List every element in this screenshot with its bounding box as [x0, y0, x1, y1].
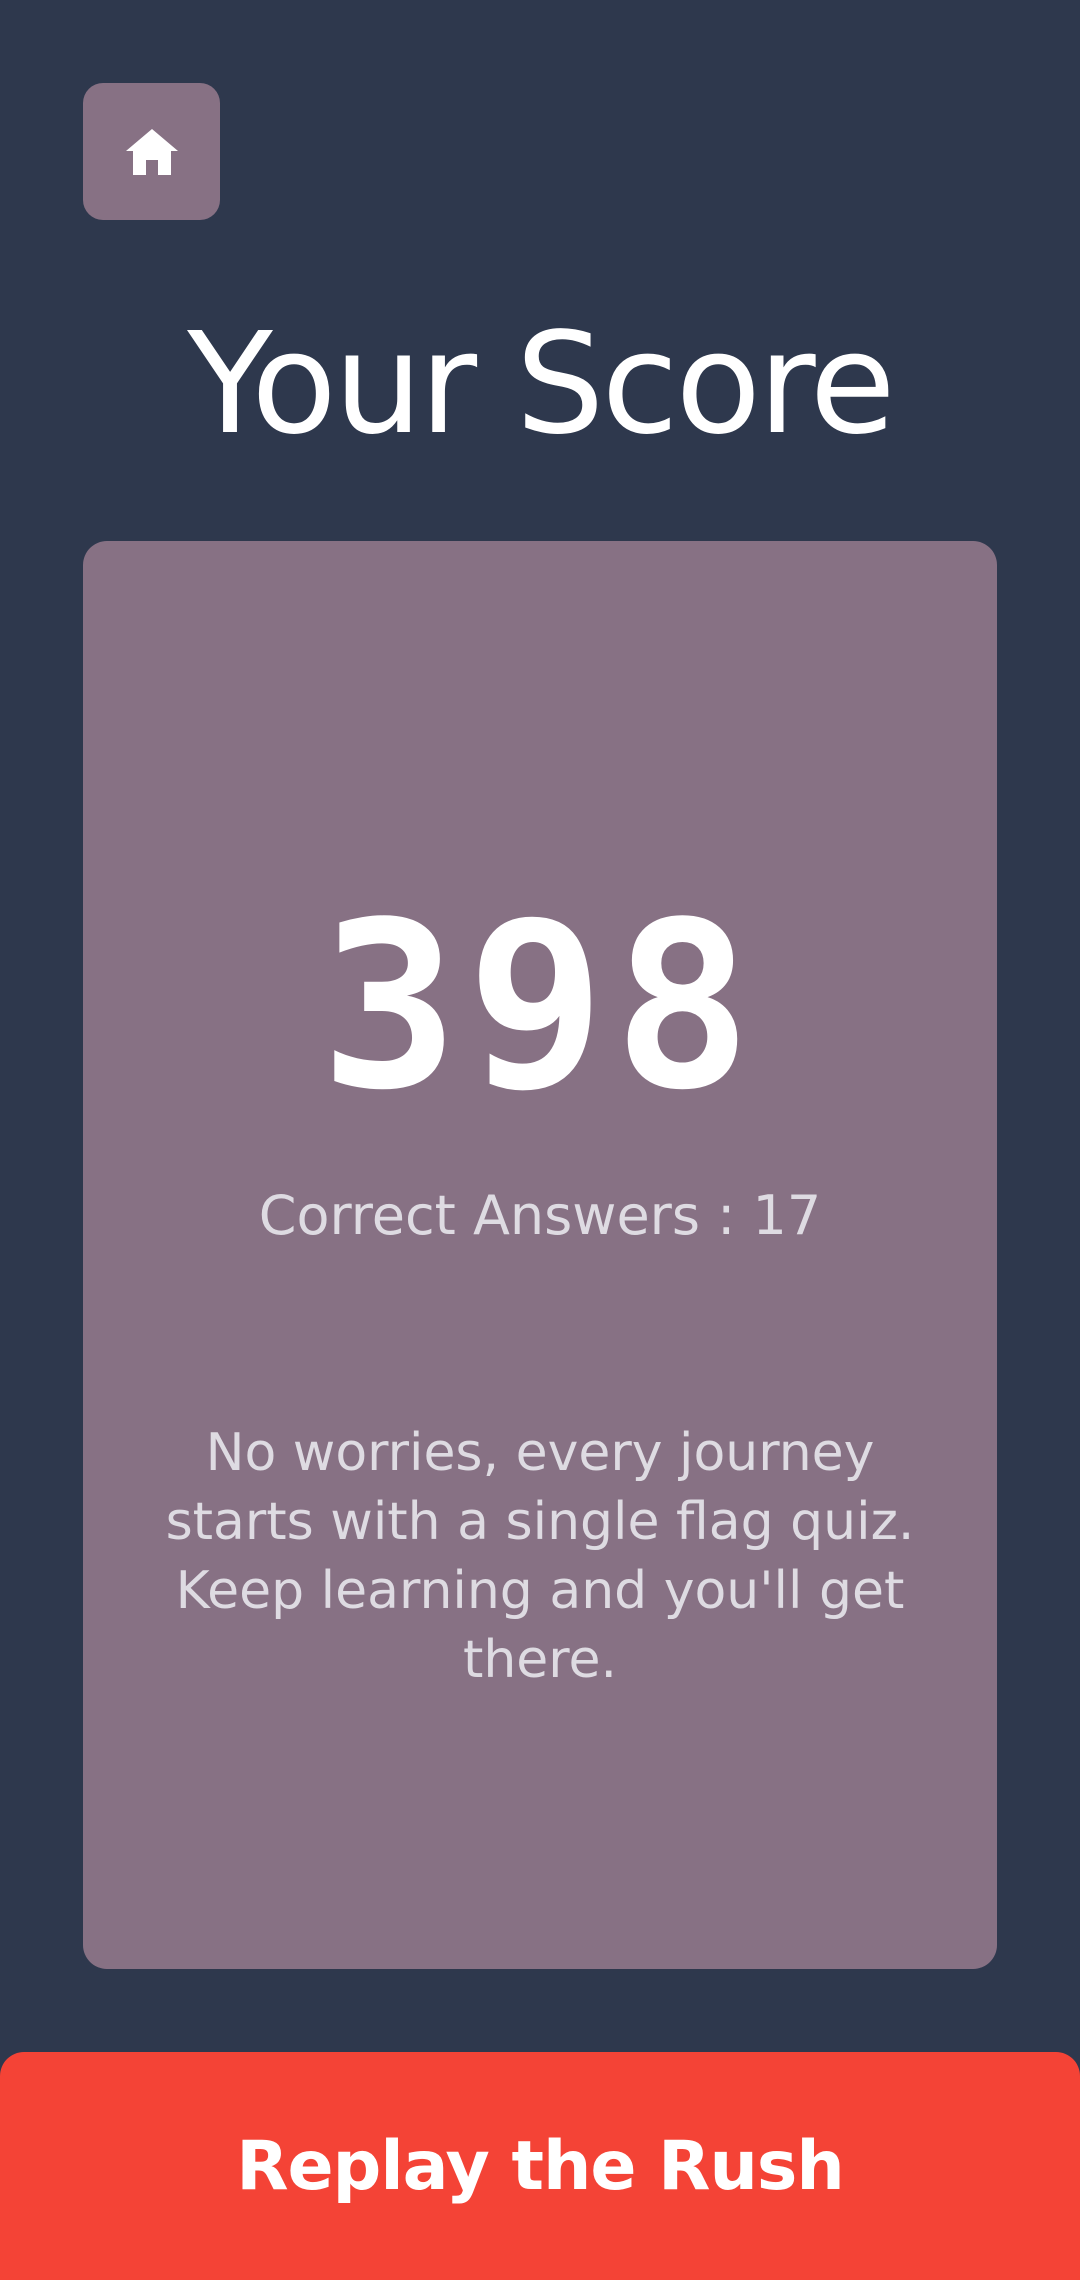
score-card: 398 Correct Answers : 17 No worries, eve… [83, 541, 997, 1969]
home-button[interactable] [83, 83, 220, 220]
replay-button[interactable]: Replay the Rush [0, 2052, 1080, 2280]
score-value: 398 [320, 874, 760, 1141]
correct-answers-count: Correct Answers : 17 [258, 1184, 822, 1247]
page-title: Your Score [187, 303, 895, 466]
encouragement-message: No worries, every journey starts with a … [165, 1423, 915, 1690]
replay-button-label: Replay the Rush [236, 2126, 845, 2206]
home-icon [124, 127, 180, 177]
